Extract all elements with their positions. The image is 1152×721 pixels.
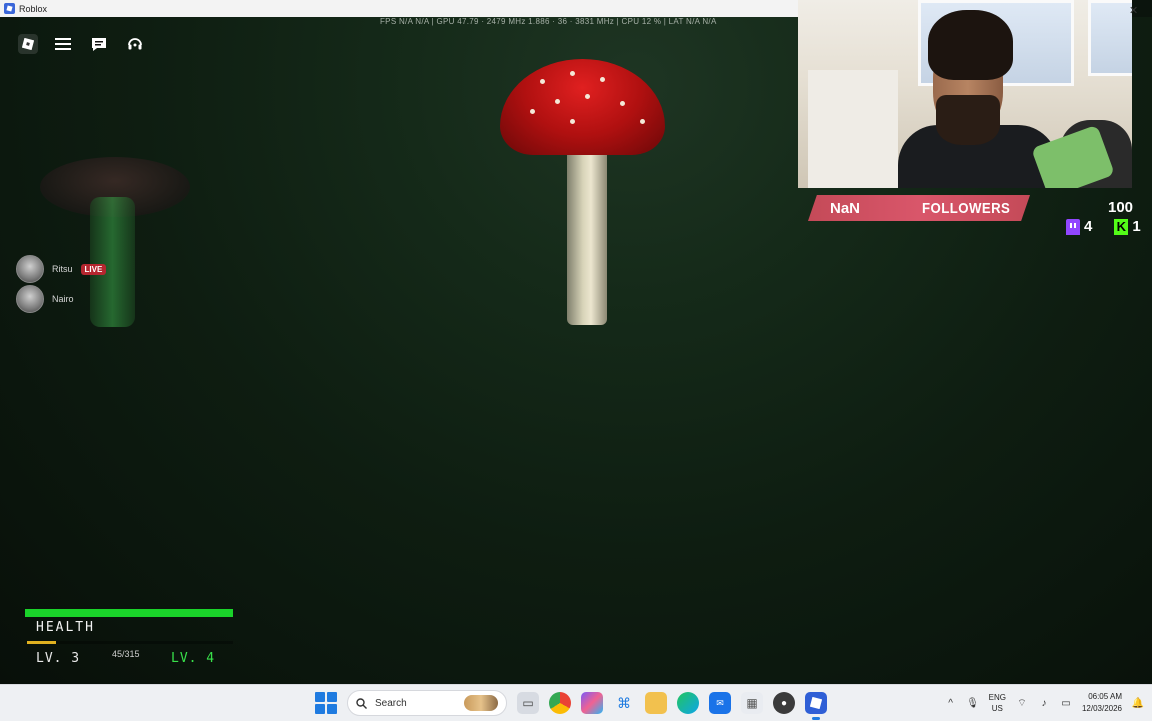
menu-icon[interactable]: [52, 33, 74, 55]
follower-label: FOLLOWERS: [921, 199, 1010, 217]
health-bar: [25, 609, 233, 617]
lang-top: ENG: [988, 693, 1006, 702]
headset-voice-icon[interactable]: [124, 33, 146, 55]
chrome-icon[interactable]: [549, 692, 571, 714]
notification-bell-icon[interactable]: 🔔: [1132, 697, 1144, 709]
chat-icon[interactable]: [88, 33, 110, 55]
avatar: [16, 285, 44, 313]
window-titlebar: Roblox: [0, 0, 798, 17]
platform-counts: 4 K 1: [1066, 218, 1141, 235]
mushroom-cap: [500, 59, 665, 155]
follower-banner: NaN FOLLOWERS: [808, 195, 1030, 221]
roblox-menu-bar: [18, 33, 146, 55]
copilot-icon[interactable]: [581, 692, 603, 714]
windows-start-icon[interactable]: [315, 692, 337, 714]
roblox-logo-button[interactable]: [18, 34, 38, 54]
twitch-icon: [1066, 218, 1080, 235]
webcam-beard: [936, 95, 1000, 145]
dev-tool-icon[interactable]: ⌘: [613, 692, 635, 714]
wifi-icon[interactable]: ⌔: [1016, 697, 1028, 709]
webcam-window: [1088, 0, 1132, 76]
xp-fill: [27, 641, 57, 644]
follower-goal: 100: [1108, 199, 1134, 216]
edge-icon[interactable]: [677, 692, 699, 714]
performance-stats: FPS N/A N/A | GPU 47.79 · 2479 MHz 1.886…: [380, 17, 717, 26]
player-entry[interactable]: Ritsu LIVE: [16, 255, 107, 283]
window-title: Roblox: [19, 3, 48, 14]
outlook-icon[interactable]: ✉: [709, 692, 731, 714]
player-name: Nairo: [52, 294, 74, 304]
next-level: LV. 4: [171, 651, 216, 666]
language-indicator[interactable]: ENG US: [989, 692, 1006, 714]
roblox-app-icon: [4, 3, 15, 14]
avatar: [16, 255, 44, 283]
clock-time: 06:05 AM: [1088, 692, 1122, 701]
current-level: LV. 3: [36, 651, 81, 666]
player-name: Ritsu: [52, 264, 73, 274]
health-label: HEALTH: [36, 620, 95, 635]
clock[interactable]: 06:05 AM 12/03/2026: [1082, 691, 1122, 715]
webcam-overlay: [798, 0, 1132, 188]
taskbar: Search ▭ ⌘ ✉ ▦ ● ^ 🎙 ENG US ⌔ ♪ ▭ 06:05 …: [0, 684, 1152, 721]
live-badge: LIVE: [80, 263, 107, 275]
player-entry[interactable]: Nairo: [16, 285, 106, 313]
taskbar-apps: Search ▭ ⌘ ✉ ▦ ●: [315, 685, 827, 721]
folder-icon[interactable]: [645, 692, 667, 714]
webcam-hair: [928, 10, 1013, 80]
xp-track: [27, 641, 233, 644]
window-close-icon[interactable]: ✕: [1129, 4, 1138, 17]
lang-bottom: US: [991, 704, 1003, 713]
roblox-taskbar-icon[interactable]: [805, 692, 827, 720]
search-highlight-icon: [464, 695, 498, 711]
taskbar-search[interactable]: Search: [347, 690, 507, 716]
kick-count: 1: [1132, 218, 1141, 235]
player-list: Ritsu LIVE Nairo: [16, 255, 107, 317]
battery-icon[interactable]: ▭: [1060, 697, 1072, 709]
volume-icon[interactable]: ♪: [1038, 697, 1050, 709]
task-view-icon[interactable]: ▭: [517, 692, 539, 714]
kick-icon: K: [1114, 218, 1129, 235]
microphone-icon[interactable]: 🎙: [966, 697, 979, 709]
system-tray: ^ 🎙 ENG US ⌔ ♪ ▭ 06:05 AM 12/03/2026 🔔: [945, 685, 1144, 721]
search-icon: [356, 697, 367, 709]
obs-icon[interactable]: ●: [773, 692, 795, 714]
follower-count: NaN: [830, 199, 861, 217]
webcam-shelf: [808, 70, 898, 188]
search-placeholder: Search: [375, 697, 407, 709]
mushroom-stem: [567, 135, 607, 325]
xp-count: 45/315: [112, 649, 140, 659]
chevron-up-icon[interactable]: ^: [945, 697, 957, 709]
twitch-count: 4: [1084, 218, 1093, 235]
clock-date: 12/03/2026: [1081, 704, 1122, 713]
store-icon[interactable]: ▦: [741, 692, 763, 714]
